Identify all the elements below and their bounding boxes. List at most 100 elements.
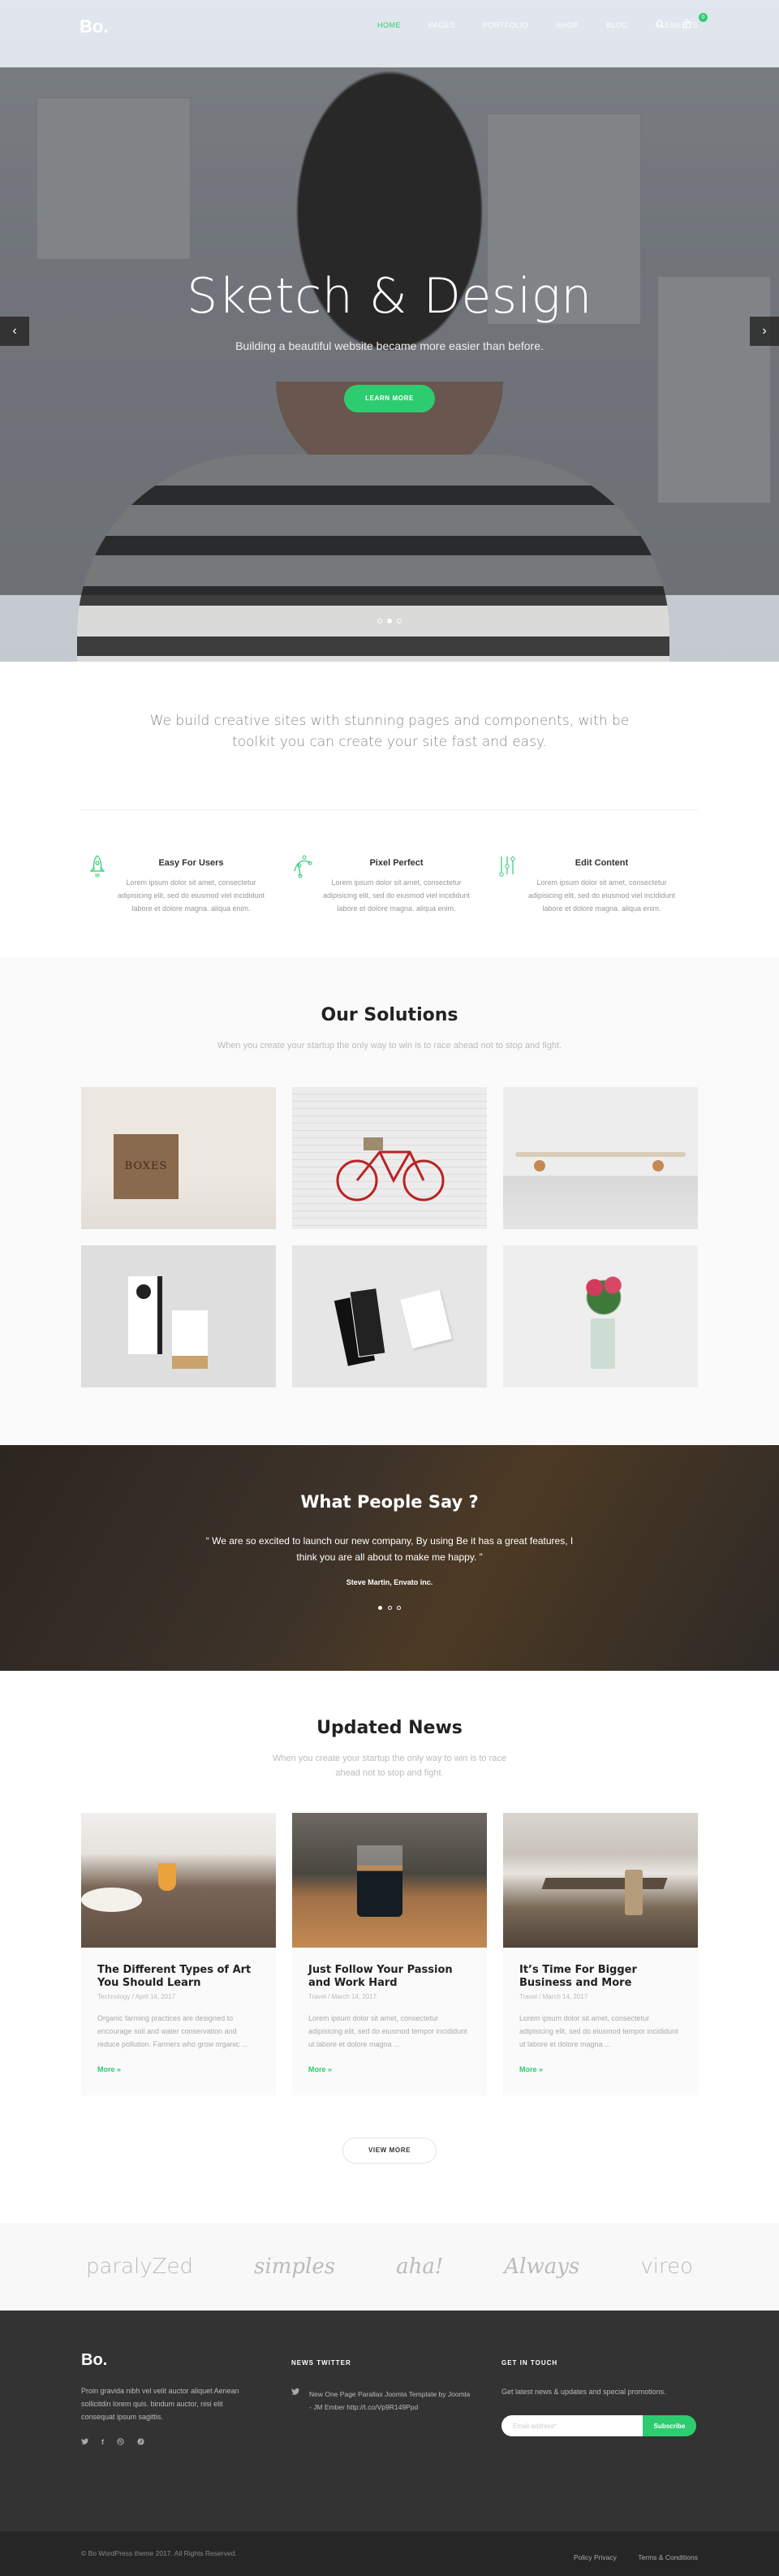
- box-emblem: [136, 1284, 151, 1299]
- skateboard-image[interactable]: [503, 1087, 698, 1229]
- feature-text: Lorem ipsum dolor sit amet, consectetur …: [117, 878, 265, 913]
- slider-dot-active[interactable]: [387, 619, 392, 624]
- news-card-category[interactable]: Technology: [97, 1993, 130, 2000]
- news-card-meta: Travel / March 14, 2017: [519, 1993, 682, 2000]
- footer-logo[interactable]: Bo.: [81, 2351, 291, 2370]
- news-card-meta: Travel / March 14, 2017: [308, 1993, 471, 2000]
- news-card: The Different Types of Art You Should Le…: [81, 1813, 276, 2095]
- white-card: [400, 1289, 452, 1349]
- news-card-date: March 14, 2017: [542, 1993, 588, 2000]
- feature-title: Easy For Users: [158, 858, 224, 868]
- main-navigation: Bo. HOME PAGES PORTFOLIO SHOP BLOG ELEME…: [0, 0, 779, 54]
- flower-vase-image[interactable]: [503, 1245, 698, 1387]
- news-card-title[interactable]: It’s Time For Bigger Business and More: [519, 1964, 682, 1990]
- hero-subtitle: Building a beautiful website became more…: [235, 339, 544, 352]
- skateboard-wheel: [652, 1160, 664, 1171]
- breakfast-image[interactable]: [81, 1813, 276, 1948]
- news-card-more-link[interactable]: More »: [97, 2065, 121, 2073]
- twitter-icon[interactable]: [81, 2438, 88, 2447]
- footer-about-text: Proin gravida nibh vel velit auctor aliq…: [81, 2387, 239, 2421]
- feature-title: Edit Content: [575, 858, 629, 868]
- news-grid: The Different Types of Art You Should Le…: [81, 1813, 698, 2095]
- testimonial-dots: [0, 1599, 779, 1614]
- cart-icon[interactable]: 0: [682, 13, 708, 31]
- hero-bottom-strip: [0, 595, 779, 662]
- pinterest-icon[interactable]: [137, 2438, 144, 2447]
- news-card-category[interactable]: Travel: [308, 1993, 326, 2000]
- email-input[interactable]: [501, 2415, 643, 2436]
- clients-section: paralyZed simples aha! Always vireo: [0, 2223, 779, 2311]
- footer-twitter-column: NEWS TWITTER New One Page Parallax Jooml…: [291, 2359, 501, 2447]
- slider-dot[interactable]: [377, 619, 382, 624]
- testimonial-dot-active[interactable]: [378, 1606, 383, 1610]
- news-card-title[interactable]: The Different Types of Art You Should Le…: [97, 1964, 260, 1990]
- solutions-grid: BOXES: [81, 1087, 698, 1387]
- twitter-bird-icon: [291, 2388, 309, 2414]
- glass-vase: [591, 1318, 615, 1369]
- feature-item: Edit Content Lorem ipsum dolor sit amet,…: [492, 855, 697, 915]
- box-label: BOXES: [124, 1160, 168, 1172]
- nav-item-portfolio[interactable]: PORTFOLIO: [483, 21, 528, 29]
- news-card-excerpt: Lorem ipsum dolor sit amet, consectetur …: [308, 2014, 467, 2048]
- red-bicycle-image[interactable]: [292, 1087, 487, 1229]
- news-card-title[interactable]: Just Follow Your Passion and Work Hard: [308, 1964, 471, 1990]
- feature-text: Lorem ipsum dolor sit amet, consectetur …: [322, 878, 471, 913]
- news-card-category[interactable]: Travel: [519, 1993, 537, 2000]
- search-icon[interactable]: [656, 19, 665, 31]
- footer-columns: Bo. Proin gravida nibh vel velit auctor …: [81, 2311, 698, 2447]
- news-title: Updated News: [316, 1718, 463, 1738]
- dribbble-icon[interactable]: [117, 2438, 124, 2447]
- terms-conditions-link[interactable]: Terms & Conditions: [638, 2553, 698, 2561]
- features-list: Easy For Users Lorem ipsum dolor sit ame…: [81, 855, 698, 915]
- client-logo-simples[interactable]: simples: [254, 2255, 335, 2279]
- conference-room-image[interactable]: [503, 1813, 698, 1948]
- testimonial-author: Steve Martin, Envato inc.: [346, 1578, 433, 1586]
- nav-item-home[interactable]: HOME: [377, 21, 401, 29]
- solutions-section: Our Solutions When you create your start…: [0, 958, 779, 1445]
- learn-more-button[interactable]: LEARN MORE: [344, 385, 435, 412]
- bezier-curve-icon: [286, 855, 317, 887]
- nav-item-pages[interactable]: PAGES: [428, 21, 455, 29]
- subscribe-button[interactable]: Subscribe: [643, 2415, 696, 2436]
- sliders-icon: [492, 855, 523, 887]
- news-card-excerpt: Lorem ipsum dolor sit amet, consectetur …: [519, 2014, 678, 2048]
- facebook-icon[interactable]: f: [101, 2438, 104, 2447]
- coffee-glass-image[interactable]: [292, 1813, 487, 1948]
- footer-contact-column: GET IN TOUCH Get latest news & updates a…: [501, 2359, 698, 2447]
- nav-item-shop[interactable]: SHOP: [556, 21, 579, 29]
- news-card-meta: Technology / April 14, 2017: [97, 1993, 260, 2000]
- meta-separator: /: [325, 1993, 332, 2000]
- wooden-boxes-image[interactable]: BOXES: [81, 1087, 276, 1229]
- packaging-boxes-image[interactable]: [81, 1245, 276, 1387]
- client-logo-paralyzed[interactable]: paralyZed: [86, 2255, 193, 2279]
- view-more-button[interactable]: VIEW MORE: [342, 2138, 437, 2164]
- testimonial-quote: “ We are so excited to launch our new co…: [205, 1535, 574, 1563]
- footer-bottom-bar: © Bo WordPress theme 2017. All Rights Re…: [0, 2531, 779, 2576]
- testimonial-dot[interactable]: [387, 1606, 392, 1610]
- policy-privacy-link[interactable]: Policy Privacy: [574, 2553, 617, 2561]
- footer-bottom-inner: © Bo WordPress theme 2017. All Rights Re…: [81, 2531, 698, 2564]
- slider-dot[interactable]: [397, 619, 402, 624]
- divider: [81, 809, 698, 810]
- client-logo-vireo[interactable]: vireo: [640, 2255, 693, 2279]
- news-card-more-link[interactable]: More »: [519, 2065, 543, 2073]
- bicycle-illustration: [336, 1137, 445, 1202]
- news-card-body: It’s Time For Bigger Business and More T…: [503, 1948, 698, 2095]
- site-logo[interactable]: Bo.: [80, 16, 108, 37]
- nav-item-blog[interactable]: BLOG: [606, 21, 628, 29]
- cart-count-badge: 0: [699, 13, 708, 22]
- client-logos: paralyZed simples aha! Always vireo: [81, 2223, 698, 2311]
- news-card-body: The Different Types of Art You Should Le…: [81, 1948, 276, 2095]
- business-cards-image[interactable]: [292, 1245, 487, 1387]
- client-logo-always[interactable]: Always: [504, 2255, 579, 2279]
- footer-about-column: Bo. Proin gravida nibh vel velit auctor …: [81, 2351, 291, 2447]
- nav-icons: 0: [656, 13, 708, 31]
- testimonial-dot[interactable]: [396, 1606, 401, 1610]
- hero-title: Sketch & Design: [187, 268, 592, 325]
- flowers: [581, 1268, 626, 1317]
- tweet-item: New One Page Parallax Joomla Template by…: [291, 2388, 501, 2414]
- news-card-more-link[interactable]: More »: [308, 2065, 332, 2073]
- tweet-text[interactable]: New One Page Parallax Joomla Template by…: [309, 2388, 471, 2414]
- client-logo-aha[interactable]: aha!: [396, 2255, 443, 2279]
- hero-slider: Bo. HOME PAGES PORTFOLIO SHOP BLOG ELEME…: [0, 0, 779, 662]
